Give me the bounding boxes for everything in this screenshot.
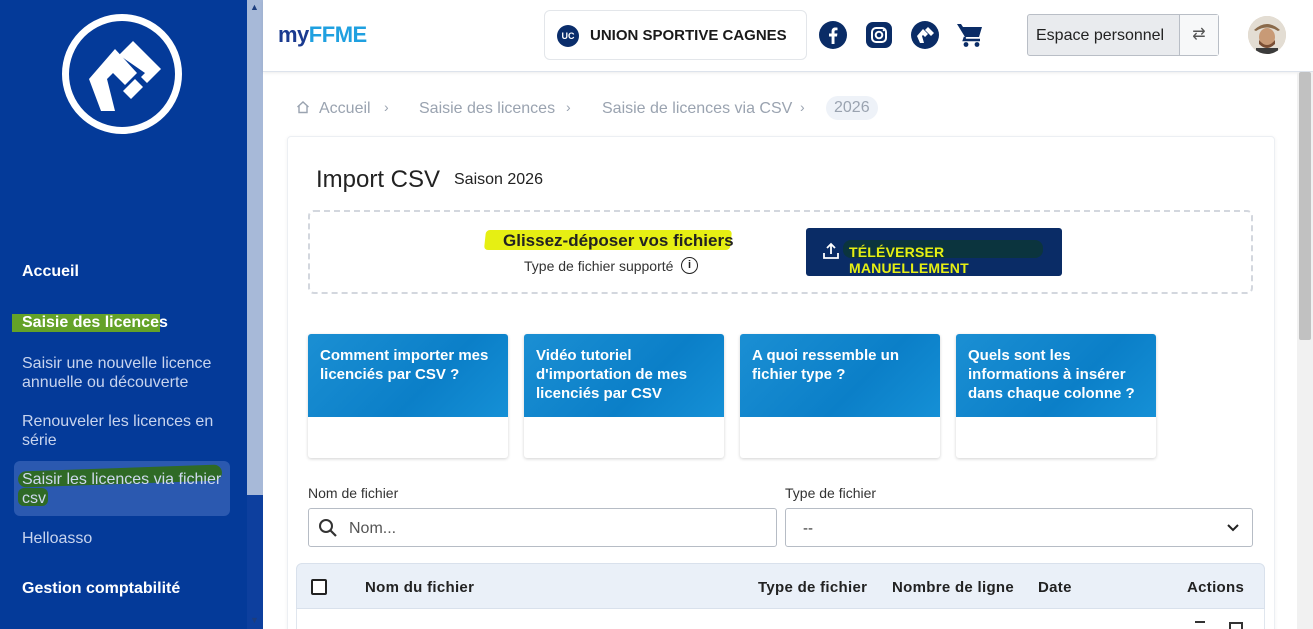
brand-my: my <box>278 22 309 47</box>
file-dropzone[interactable] <box>308 210 1253 294</box>
sidebar-item-comptabilite[interactable]: Gestion comptabilité <box>22 580 180 598</box>
sidebar-item-helloasso[interactable]: Helloasso <box>22 529 222 548</box>
column-header-name[interactable]: Nom du fichier <box>365 579 474 596</box>
sidebar-item-csv[interactable]: Saisir les licences via fichier csv <box>22 470 222 508</box>
search-placeholder: Nom... <box>349 520 397 537</box>
swap-icon[interactable]: ⇄ <box>1180 15 1218 55</box>
column-header-actions: Actions <box>1187 579 1245 596</box>
sidebar-item-label: Saisie des licences <box>22 314 168 331</box>
sidebar-item-label: Saisir une nouvelle licence annuelle ou … <box>22 355 212 391</box>
breadcrumb-item-csv[interactable]: Saisie de licences via CSV <box>602 100 792 118</box>
espace-personnel-button[interactable]: Espace personnel ⇄ <box>1027 14 1219 56</box>
delete-icon[interactable] <box>1229 622 1243 629</box>
breadcrumb-item-accueil[interactable]: Accueil <box>319 100 371 118</box>
scroll-up-icon[interactable]: ▲ <box>250 2 259 12</box>
sidebar-item-nouvelle-licence[interactable]: Saisir une nouvelle licence annuelle ou … <box>22 354 222 392</box>
page-scrollbar-thumb[interactable] <box>1299 72 1311 340</box>
help-card-title: Vidéo tutoriel d'importation de mes lice… <box>536 347 688 402</box>
column-header-date[interactable]: Date <box>1038 579 1072 596</box>
search-icon <box>318 518 338 543</box>
column-header-type[interactable]: Type de fichier <box>758 579 867 596</box>
breadcrumb-item-saisie[interactable]: Saisie des licences <box>419 100 555 118</box>
filetype-filter-label: Type de fichier <box>785 485 877 501</box>
help-card-columns[interactable]: Quels sont les informations à insérer da… <box>956 334 1156 458</box>
add-icon[interactable] <box>1195 621 1205 623</box>
help-card-title: A quoi ressemble un fichier type ? <box>752 347 899 383</box>
espace-personnel-label: Espace personnel <box>1036 27 1165 44</box>
sidebar-item-label: Helloasso <box>22 530 93 547</box>
sidebar-scrollbar-thumb[interactable] <box>247 0 263 495</box>
help-card-video[interactable]: Vidéo tutoriel d'importation de mes lice… <box>524 334 724 458</box>
chevron-right-icon: › <box>800 99 805 115</box>
filename-search-input[interactable]: Nom... <box>308 508 777 547</box>
home-icon[interactable] <box>296 100 310 119</box>
brand-me: ME <box>334 22 368 47</box>
upload-manual-button[interactable]: TÉLÉVERSER MANUELLEMENT <box>806 228 1062 276</box>
column-header-lines[interactable]: Nombre de ligne <box>892 579 1014 596</box>
sidebar-item-label: Saisir les licences via fichier csv <box>22 471 222 507</box>
ffme-icon[interactable] <box>910 20 940 50</box>
instagram-icon[interactable] <box>864 20 894 50</box>
chevron-down-icon <box>1226 520 1240 539</box>
help-card-sample[interactable]: A quoi ressemble un fichier type ? <box>740 334 940 458</box>
help-card-title: Comment importer mes licenciés par CSV ? <box>320 347 489 383</box>
sidebar-item-label: Renouveler les licences en série <box>22 413 214 449</box>
select-all-checkbox[interactable] <box>311 579 327 595</box>
dropzone-subtitle: Type de fichier supporté <box>524 258 674 274</box>
sidebar-item-label: Gestion comptabilité <box>22 580 181 597</box>
chevron-right-icon: › <box>566 99 571 115</box>
filename-filter-label: Nom de fichier <box>308 485 399 501</box>
sidebar-item-saisie-licences[interactable]: Saisie des licences <box>22 314 168 332</box>
sidebar-scrollbar-track <box>247 495 263 629</box>
chevron-right-icon: › <box>384 99 389 115</box>
brand-logo[interactable]: myFFME <box>278 22 367 48</box>
upload-button-label: TÉLÉVERSER MANUELLEMENT <box>849 244 969 276</box>
help-card-import[interactable]: Comment importer mes licenciés par CSV ? <box>308 334 508 458</box>
table-header: Nom du fichier Type de fichier Nombre de… <box>296 563 1265 609</box>
scroll-down-icon[interactable]: ▼ <box>250 615 259 625</box>
filetype-select-value: -- <box>803 520 813 537</box>
upload-icon <box>822 242 840 265</box>
brand-ff: FF <box>308 22 335 47</box>
filetype-select[interactable]: -- <box>785 508 1253 547</box>
dropzone-title: Glissez-déposer vos fichiers <box>503 231 734 250</box>
sidebar-item-accueil[interactable]: Accueil <box>22 263 79 281</box>
ffme-logo[interactable] <box>62 14 182 134</box>
sidebar-item-label: Accueil <box>22 263 79 280</box>
club-badge: UC <box>557 25 579 47</box>
club-name: UNION SPORTIVE CAGNES <box>590 27 787 44</box>
avatar[interactable] <box>1248 16 1286 54</box>
breadcrumb-current: 2026 <box>826 96 878 120</box>
club-selector[interactable]: UC UNION SPORTIVE CAGNES <box>544 10 807 60</box>
sidebar-item-renouveler[interactable]: Renouveler les licences en série <box>22 412 222 450</box>
top-header: myFFME UC UNION SPORTIVE CAGNES Espace p… <box>263 0 1313 72</box>
season-label: Saison 2026 <box>454 171 543 188</box>
help-card-title: Quels sont les informations à insérer da… <box>968 347 1135 402</box>
info-icon[interactable]: i <box>681 257 698 274</box>
page-title: Import CSV <box>316 166 441 193</box>
table-row <box>296 609 1265 629</box>
facebook-icon[interactable] <box>818 20 848 50</box>
cart-icon[interactable] <box>955 20 985 50</box>
